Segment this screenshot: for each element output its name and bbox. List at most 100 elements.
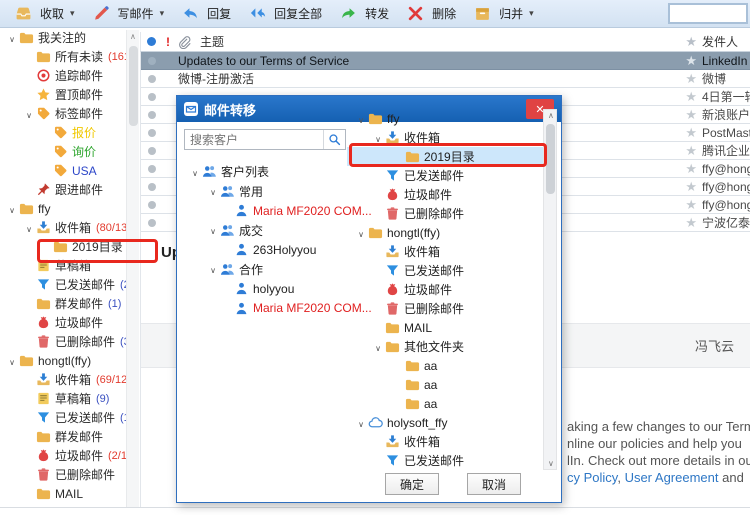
folder-tree-item-ffy[interactable]: ffy — [347, 109, 543, 128]
dialog-tree-scrollbar[interactable] — [543, 109, 557, 470]
compose-button[interactable]: 写邮件 — [84, 2, 174, 26]
chevron-down-icon[interactable] — [354, 226, 368, 240]
chevron-down-icon[interactable] — [354, 112, 368, 126]
scrollbar-thumb[interactable] — [546, 124, 555, 194]
folder-tree-item-sent[interactable]: 已发送邮件 — [347, 261, 543, 280]
archive-button[interactable]: 归并 — [465, 2, 543, 26]
folder-tree-item-other-folders[interactable]: 其他文件夹 — [347, 337, 543, 356]
priority-column-icon[interactable]: ! — [166, 35, 170, 49]
chevron-down-icon[interactable] — [22, 107, 36, 121]
star-icon[interactable] — [685, 143, 697, 159]
sidebar-item-follow-up[interactable]: 跟进邮件 — [0, 180, 126, 199]
toolbar-search-input[interactable] — [668, 3, 748, 24]
folder-tree-item-aa[interactable]: aa — [347, 356, 543, 375]
folder-tree-item-sent[interactable]: 已发送邮件 — [347, 451, 543, 470]
chevron-down-icon[interactable] — [188, 165, 202, 179]
sidebar-item-drafts-ffy[interactable]: 草稿箱 — [0, 256, 126, 275]
sidebar-scrollbar[interactable] — [126, 30, 139, 507]
folder-tree-item-junk[interactable]: 垃圾邮件 — [347, 280, 543, 299]
folder-tree-item-inbox[interactable]: 收件箱 — [347, 432, 543, 451]
star-icon[interactable] — [685, 53, 697, 69]
sidebar-item-inbox-hongtl[interactable]: 收件箱(69/129) — [0, 370, 126, 389]
star-column-icon[interactable] — [685, 34, 697, 50]
folder-tree-item-hongtl[interactable]: hongtl(ffy) — [347, 223, 543, 242]
tree-item-group-common[interactable]: 常用 — [181, 182, 347, 202]
tree-item-customer[interactable]: Maria MF2020 COM... — [181, 201, 347, 221]
star-icon[interactable] — [685, 125, 697, 141]
folder-tree-item-inbox[interactable]: 收件箱 — [347, 128, 543, 147]
star-icon[interactable] — [685, 179, 697, 195]
chevron-down-icon[interactable] — [5, 202, 19, 216]
tree-item-group-deal[interactable]: 成交 — [181, 221, 347, 241]
reply-all-button[interactable]: 回复全部 — [240, 2, 331, 26]
chevron-down-icon[interactable] — [206, 184, 220, 198]
chevron-down-icon[interactable] — [5, 354, 19, 368]
chevron-down-icon[interactable] — [206, 223, 220, 237]
sidebar-item-tag-quote[interactable]: 报价 — [0, 123, 126, 142]
sidebar-item-bulk-ffy[interactable]: 群发邮件(1) — [0, 294, 126, 313]
tree-item-customer[interactable]: holyyou — [181, 279, 347, 299]
scrollbar-thumb[interactable] — [129, 46, 138, 126]
sidebar-item-bulk-hongtl[interactable]: 群发邮件 — [0, 427, 126, 446]
tree-item-customer[interactable]: 263Holyyou — [181, 240, 347, 260]
sidebar-account-hongtl[interactable]: hongtl(ffy) — [0, 351, 126, 370]
star-icon[interactable] — [685, 215, 697, 231]
sidebar-item-sent-ffy[interactable]: 已发送邮件(23) — [0, 275, 126, 294]
sidebar-item-tag-usa[interactable]: USA — [0, 161, 126, 180]
sidebar-item-tracked-mail[interactable]: 追踪邮件 — [0, 66, 126, 85]
sidebar-item-deleted-ffy[interactable]: 已删除邮件(3) — [0, 332, 126, 351]
folder-tree-item-holysoft[interactable]: holysoft_ffy — [347, 413, 543, 432]
sidebar-account-ffy[interactable]: ffy — [0, 199, 126, 218]
tree-item-customer[interactable]: Maria MF2020 COM... — [181, 299, 347, 319]
sidebar-item-mail-folder[interactable]: MAIL — [0, 484, 126, 503]
sidebar-item-watched[interactable]: 我关注的 — [0, 28, 126, 47]
cancel-button[interactable]: 取消 — [467, 473, 521, 495]
folder-tree-item-junk[interactable]: 垃圾邮件 — [347, 185, 543, 204]
sidebar-item-2019-folder[interactable]: 2019目录 — [0, 237, 126, 256]
sidebar-item-all-unread[interactable]: 所有未读(161) — [0, 47, 126, 66]
attachment-column-icon[interactable] — [177, 35, 191, 49]
subject-column-header[interactable]: 主题 — [200, 33, 224, 50]
tree-item-customer-list[interactable]: 客户列表 — [181, 162, 347, 182]
chevron-down-icon[interactable] — [371, 340, 385, 354]
folder-tree-item-inbox[interactable]: 收件箱 — [347, 242, 543, 261]
mail-row[interactable]: Updates to our Terms of ServiceLinkedIn — [141, 52, 750, 70]
star-icon[interactable] — [685, 71, 697, 87]
sidebar-item-junk-hongtl[interactable]: 垃圾邮件(2/13) — [0, 446, 126, 465]
sidebar-item-inbox-ffy[interactable]: 收件箱(80/135) — [0, 218, 126, 237]
customer-search-input[interactable] — [185, 130, 323, 149]
folder-tree-item-aa[interactable]: aa — [347, 375, 543, 394]
chevron-down-icon[interactable] — [5, 31, 19, 45]
star-icon[interactable] — [685, 107, 697, 123]
folder-tree-item-aa[interactable]: aa — [347, 394, 543, 413]
receive-button[interactable]: 收取 — [6, 2, 84, 26]
star-icon[interactable] — [685, 161, 697, 177]
star-icon[interactable] — [685, 197, 697, 213]
sidebar-item-sent-hongtl[interactable]: 已发送邮件(13) — [0, 408, 126, 427]
forward-button[interactable]: 转发 — [331, 2, 398, 26]
sidebar-item-pinned-mail[interactable]: 置顶邮件 — [0, 85, 126, 104]
sidebar-item-drafts-hongtl[interactable]: 草稿箱(9) — [0, 389, 126, 408]
sidebar-item-deleted-hongtl[interactable]: 已删除邮件 — [0, 465, 126, 484]
sender-column-header[interactable]: 发件人 — [702, 33, 750, 50]
folder-tree-item-deleted[interactable]: 已删除邮件 — [347, 204, 543, 223]
chevron-down-icon[interactable] — [206, 262, 220, 276]
reply-button[interactable]: 回复 — [173, 2, 240, 26]
tree-item-group-partner[interactable]: 合作 — [181, 260, 347, 280]
folder-tree-item-2019-selected[interactable]: 2019目录 — [347, 147, 543, 166]
folder-tree-item-deleted[interactable]: 已删除邮件 — [347, 299, 543, 318]
delete-button[interactable]: 删除 — [398, 2, 465, 26]
user-agreement-link[interactable]: User Agreement — [625, 470, 719, 485]
privacy-policy-link[interactable]: cy Policy — [567, 470, 617, 485]
chevron-down-icon[interactable] — [22, 221, 36, 235]
folder-tree-item-mail[interactable]: MAIL — [347, 318, 543, 337]
chevron-down-icon[interactable] — [354, 416, 368, 430]
ok-button[interactable]: 确定 — [385, 473, 439, 495]
mail-row[interactable]: 微博-注册激活微博 — [141, 70, 750, 88]
sidebar-item-tag-inquiry[interactable]: 询价 — [0, 142, 126, 161]
search-button[interactable] — [323, 130, 345, 149]
folder-tree-item-sent[interactable]: 已发送邮件 — [347, 166, 543, 185]
sidebar-item-junk-ffy[interactable]: 垃圾邮件 — [0, 313, 126, 332]
unread-dot-column-icon[interactable] — [147, 37, 156, 46]
star-icon[interactable] — [685, 89, 697, 105]
